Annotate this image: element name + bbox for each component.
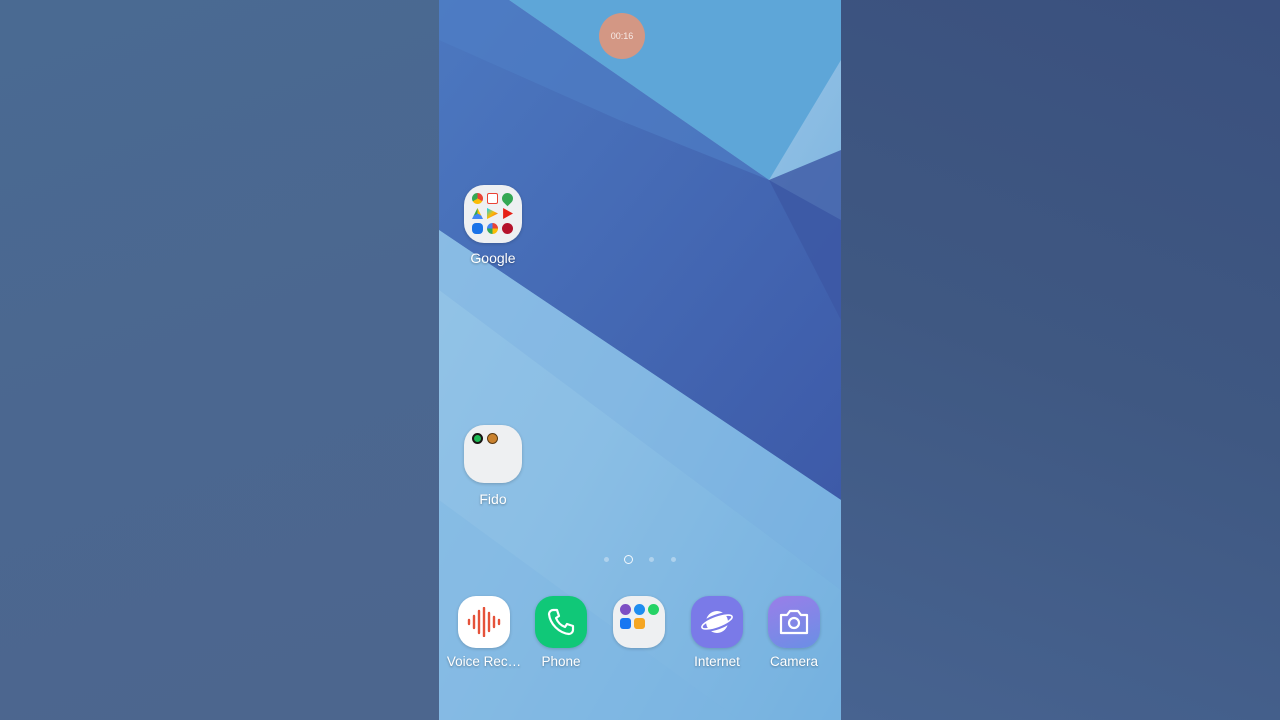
- google-folder-label: Google: [470, 250, 516, 266]
- duo-icon: [472, 223, 483, 234]
- facebook-icon: [620, 618, 631, 629]
- youtube-music-icon: [502, 223, 513, 234]
- screen-recorder-timer[interactable]: 00:16: [599, 13, 645, 59]
- letterbox-right: [841, 0, 1280, 720]
- whatsapp-icon: [648, 604, 659, 615]
- game-icon: [487, 433, 498, 444]
- gmail-icon: [487, 193, 498, 204]
- phone-screen: 00:16 Google Fido Voice Rec… Phone Inter…: [439, 0, 841, 720]
- social-folder-icon: [613, 596, 665, 648]
- drive-icon: [472, 208, 483, 219]
- orange-app-icon: [634, 618, 645, 629]
- page-dot-1[interactable]: [604, 557, 609, 562]
- fido-folder-label: Fido: [479, 491, 507, 507]
- fido-folder[interactable]: [464, 425, 522, 483]
- voice-recorder-icon: [458, 596, 510, 648]
- fido-folder-preview: [472, 433, 514, 475]
- dock-camera-label: Camera: [769, 654, 818, 669]
- page-dot-2-current[interactable]: [624, 555, 633, 564]
- phone-icon: [535, 596, 587, 648]
- play-store-icon: [487, 208, 498, 219]
- photos-icon: [487, 223, 498, 234]
- camera-icon: [768, 596, 820, 648]
- page-dot-4[interactable]: [671, 557, 676, 562]
- messenger-icon: [634, 604, 645, 615]
- page-dot-3[interactable]: [649, 557, 654, 562]
- chrome-icon: [472, 193, 483, 204]
- internet-icon: [691, 596, 743, 648]
- spotify-icon: [472, 433, 483, 444]
- page-indicator: [602, 554, 682, 566]
- letterbox-left: [0, 0, 439, 720]
- dock-phone-label: Phone: [541, 654, 581, 669]
- google-folder-preview: [472, 190, 516, 235]
- maps-icon: [499, 190, 516, 207]
- viber-icon: [620, 604, 631, 615]
- youtube-icon: [503, 208, 513, 219]
- google-folder[interactable]: [464, 185, 522, 243]
